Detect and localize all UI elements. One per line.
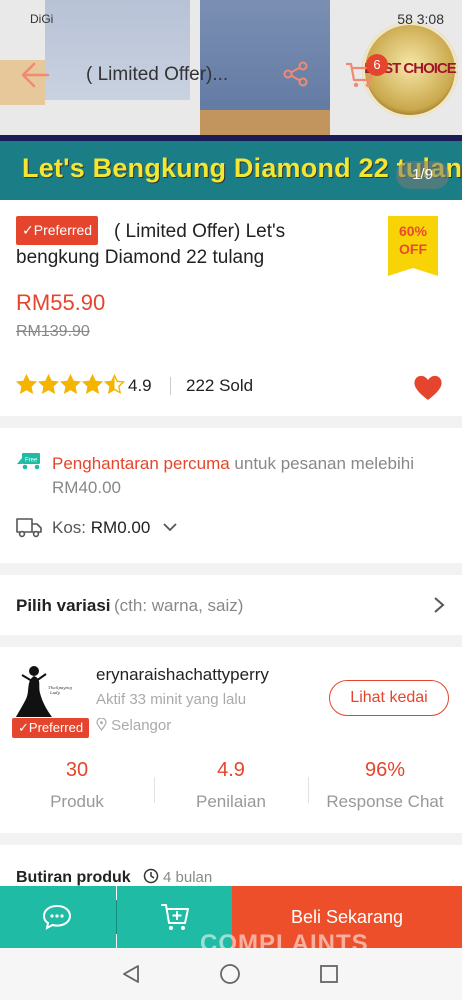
star-half-icon <box>103 373 126 394</box>
image-pager: 1/9 <box>396 161 449 189</box>
shop-active-status: Aktif 33 minit yang lalu <box>96 691 247 708</box>
variation-label: Pilih variasi <box>16 596 111 615</box>
preferred-label: Preferred <box>33 222 93 238</box>
shipping-cost: Kos: RM0.00 <box>52 518 150 538</box>
free-shipping-highlight: Penghantaran percuma <box>52 454 230 473</box>
truck-icon <box>16 518 42 538</box>
stat-value: 30 <box>65 759 89 781</box>
nav-back-icon[interactable] <box>120 963 142 985</box>
system-nav-bar <box>0 948 462 1000</box>
chevron-right-icon <box>434 597 445 613</box>
stat-label: Response Chat <box>326 792 444 811</box>
shipping-cost-value: RM0.00 <box>90 518 151 537</box>
clock-label: 58 3:08 <box>397 11 444 27</box>
original-price: RM139.90 <box>16 323 90 340</box>
stat-products: 30 Produk <box>0 759 154 812</box>
rating-stars <box>15 373 126 398</box>
shipping-cost-label: Kos: <box>52 518 91 537</box>
shop-preferred-badge: ✓Preferred <box>12 718 90 738</box>
shipping-section[interactable]: Free Penghantaran percuma untuk pesanan … <box>0 428 462 563</box>
free-label: Free <box>25 458 38 464</box>
shop-location: Selangor <box>96 717 171 734</box>
divider <box>170 377 171 395</box>
shop-avatar[interactable]: TheSpaying Lady <box>12 661 72 723</box>
discount-off-label: OFF <box>399 241 427 257</box>
top-bar: ( Limited Offer)... <box>0 50 462 98</box>
variation-hint: (cth: warna, saiz) <box>114 596 244 615</box>
star-full-icon <box>59 373 82 394</box>
stat-label: Produk <box>50 792 104 811</box>
star-full-icon <box>81 373 104 394</box>
stat-label: Penilaian <box>196 792 266 811</box>
chat-icon <box>42 904 72 930</box>
free-shipping-truck-icon: Free <box>17 453 40 470</box>
product-info-card: ✓Preferred ( Limited Offer) Let's bengku… <box>0 200 462 416</box>
chevron-down-icon[interactable] <box>162 520 178 534</box>
clock-icon <box>143 868 159 884</box>
nav-recents-icon[interactable] <box>318 963 340 985</box>
shop-preferred-label: Preferred <box>28 720 84 735</box>
location-pin-icon <box>96 717 107 731</box>
product-banner[interactable]: Let's Bengkung Diamond 22 tulang <box>0 135 462 200</box>
shop-name[interactable]: erynaraishachattyperry <box>96 665 269 685</box>
variation-selector[interactable]: Pilih variasi (cth: warna, saiz) <box>0 575 462 635</box>
stat-rating: 4.9 Penilaian <box>154 759 308 812</box>
star-full-icon <box>37 373 60 394</box>
nav-home-icon[interactable] <box>219 963 241 985</box>
stat-value: 4.9 <box>217 759 245 781</box>
share-icon[interactable] <box>282 60 310 88</box>
cart-count-badge: 6 <box>366 54 388 76</box>
free-shipping-text: Penghantaran percuma untuk pesanan meleb… <box>52 452 447 500</box>
carrier-label: DiGi <box>30 12 54 26</box>
image-tile <box>200 110 330 135</box>
status-bar: DiGi 58 3:08 <box>0 0 462 38</box>
discount-percent: 60% <box>398 223 428 239</box>
current-price: RM55.90 <box>16 290 106 315</box>
page-title: ( Limited Offer)... <box>86 64 229 85</box>
rating-value: 4.9 <box>128 376 152 395</box>
preferred-badge: ✓Preferred <box>16 216 99 245</box>
back-arrow-icon[interactable] <box>18 58 52 92</box>
heart-icon[interactable] <box>412 372 444 402</box>
svg-text:Lady: Lady <box>49 690 61 695</box>
stat-value: 96% <box>364 759 406 781</box>
shop-location-text: Selangor <box>111 717 172 734</box>
sold-count: 222 Sold <box>186 376 254 395</box>
details-title: Butiran produk <box>16 869 131 886</box>
shop-section: TheSpaying Lady ✓Preferred erynaraishach… <box>0 647 462 833</box>
discount-ribbon: 60% OFF <box>388 216 438 276</box>
visit-shop-button[interactable]: Lihat kedai <box>329 680 449 716</box>
stat-response-chat: 96% Response Chat <box>308 759 462 812</box>
details-time: 4 bulan <box>163 869 213 886</box>
star-full-icon <box>15 373 38 394</box>
product-page: BEST CHOICE DiGi 58 3:08 ( Limited Offer… <box>0 0 462 1000</box>
product-title: ✓Preferred ( Limited Offer) Let's bengku… <box>16 216 366 270</box>
add-to-cart-icon <box>161 904 189 930</box>
chat-button[interactable] <box>0 886 116 948</box>
